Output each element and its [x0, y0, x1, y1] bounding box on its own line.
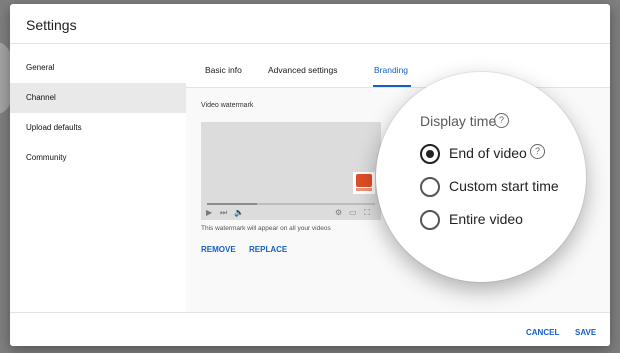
watermark-logo-icon	[353, 172, 375, 194]
next-icon[interactable]: ⏭	[220, 208, 227, 218]
section-title: Video watermark	[201, 102, 254, 109]
sidebar-item-label: General	[26, 63, 55, 72]
dialog-footer: CANCEL SAVE	[10, 312, 610, 346]
gear-icon[interactable]: ⚙	[335, 208, 342, 218]
option-label: End of video	[449, 145, 527, 161]
watermark-note: This watermark will appear on all your v…	[201, 225, 331, 232]
sidebar-item-community[interactable]: Community	[10, 143, 186, 173]
tab-advanced-settings[interactable]: Advanced settings	[268, 65, 337, 75]
sidebar-item-label: Upload defaults	[26, 123, 82, 132]
video-progress-bar[interactable]	[207, 203, 375, 205]
help-icon[interactable]: ?	[494, 113, 509, 128]
replace-button[interactable]: REPLACE	[249, 245, 287, 254]
fullscreen-icon[interactable]: ⛶	[364, 208, 370, 218]
remove-button[interactable]: REMOVE	[201, 245, 236, 254]
help-icon[interactable]: ?	[530, 144, 545, 159]
video-progress-fill	[207, 203, 258, 205]
tab-branding[interactable]: Branding	[374, 65, 408, 75]
display-time-title: Display time	[420, 113, 497, 129]
option-label: Custom start time	[449, 178, 559, 194]
dialog-title: Settings	[26, 17, 77, 33]
sidebar-item-channel[interactable]: Channel	[10, 83, 186, 113]
radio-selected-icon	[420, 144, 440, 164]
theater-mode-icon[interactable]: ▭	[349, 208, 357, 218]
watermark-preview: ▶ ⏭ 🔈 ⚙ ▭ ⛶	[201, 122, 381, 220]
volume-icon[interactable]: 🔈	[234, 208, 244, 218]
tab-basic-info[interactable]: Basic info	[205, 65, 242, 75]
sidebar-item-upload-defaults[interactable]: Upload defaults	[10, 113, 186, 143]
radio-unselected-icon	[420, 177, 440, 197]
cancel-button[interactable]: CANCEL	[526, 328, 559, 337]
option-label: Entire video	[449, 211, 523, 227]
active-tab-indicator	[373, 85, 411, 87]
display-time-magnifier: Display time ? End of video ? Custom sta…	[376, 72, 586, 282]
save-button[interactable]: SAVE	[575, 328, 596, 337]
sidebar-item-label: Community	[26, 153, 67, 162]
tab-bar: Basic info Advanced settings Branding	[186, 44, 610, 88]
settings-sidebar: General Channel Upload defaults Communit…	[10, 44, 186, 312]
play-icon[interactable]: ▶	[206, 208, 212, 218]
sidebar-item-general[interactable]: General	[10, 53, 186, 83]
sidebar-item-label: Channel	[26, 93, 56, 102]
radio-unselected-icon	[420, 210, 440, 230]
